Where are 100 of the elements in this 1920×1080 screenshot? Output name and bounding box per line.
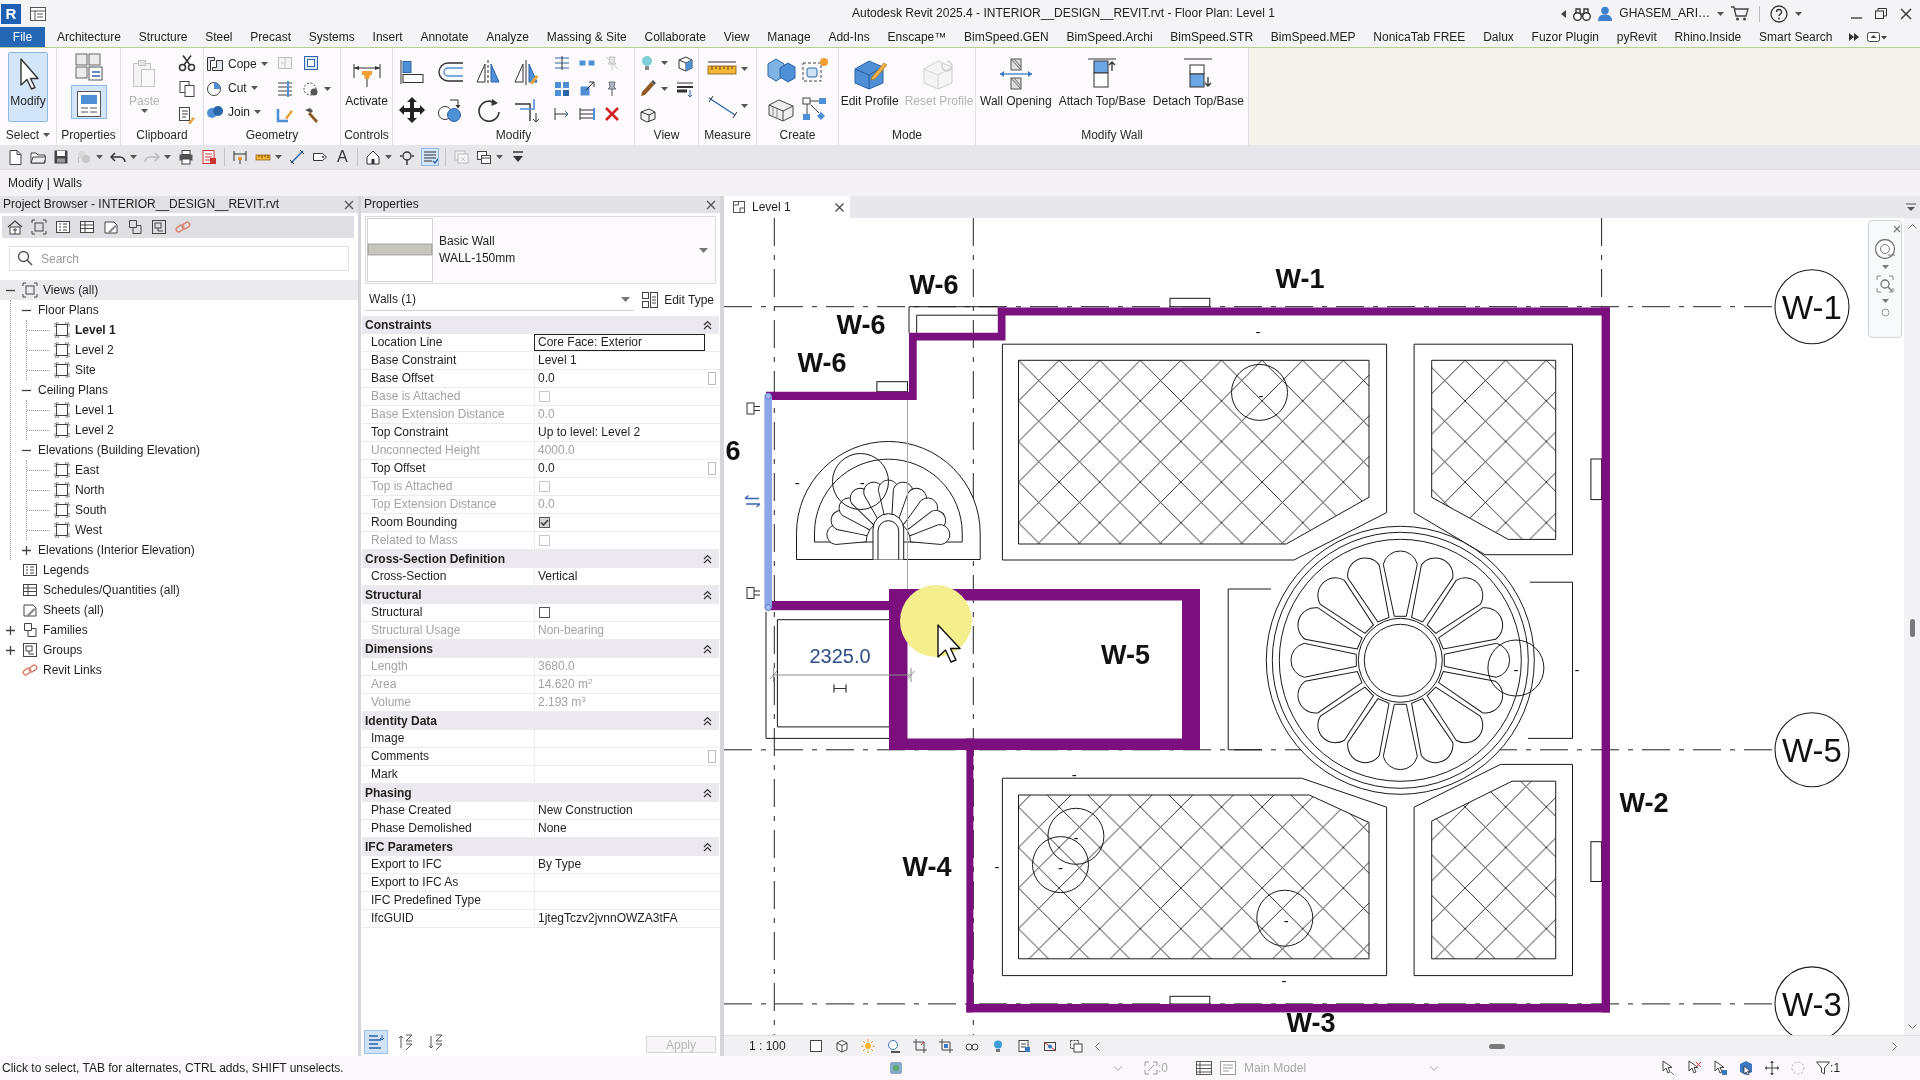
grid-bubble[interactable] — [1774, 712, 1850, 788]
grip-handle-icon[interactable] — [746, 402, 761, 415]
linked-squares-icon[interactable] — [127, 219, 143, 235]
crop-icon[interactable] — [912, 1039, 927, 1053]
caret-left-icon[interactable] — [1561, 9, 1567, 18]
join-button[interactable]: Join — [206, 100, 268, 124]
square-icon[interactable] — [808, 1039, 823, 1053]
tree-item[interactable]: Level 2 — [27, 340, 358, 360]
tree-item[interactable]: Revit Links — [0, 660, 358, 680]
caret-icon[interactable] — [1881, 265, 1889, 269]
table-icon[interactable] — [79, 219, 95, 235]
property-value[interactable]: Level 1 — [534, 352, 705, 369]
dimension-symbol-icon[interactable] — [833, 683, 847, 694]
tree-item[interactable]: Families — [0, 620, 358, 640]
checkbox[interactable] — [539, 607, 550, 618]
box-icon[interactable] — [639, 106, 657, 124]
sort-descending-icon[interactable] — [427, 1033, 445, 1051]
property-value[interactable]: By Type — [534, 856, 705, 873]
section-marker-icon[interactable] — [398, 149, 415, 165]
ribbon-tab[interactable]: NonicaTab FREE — [1364, 27, 1475, 47]
caret-icon[interactable] — [260, 62, 268, 66]
double-chevron-icon[interactable] — [1849, 33, 1860, 41]
hexagon-blocks-icon[interactable] — [765, 56, 796, 84]
thin-lines-icon[interactable] — [421, 149, 438, 165]
caret-icon[interactable] — [96, 155, 103, 159]
cut-button[interactable]: Cut — [206, 76, 268, 100]
caret-icon[interactable] — [130, 155, 137, 159]
expand-icon[interactable] — [21, 545, 31, 555]
squares-grid-icon[interactable] — [73, 52, 104, 82]
ribbon-tab[interactable]: Dalux — [1474, 27, 1523, 47]
offset-squares-icon[interactable] — [1068, 1039, 1083, 1053]
caret-icon[interactable] — [275, 155, 282, 159]
scroll-right-icon[interactable] — [1891, 1041, 1897, 1051]
wall[interactable] — [766, 307, 1006, 401]
new-file-icon[interactable] — [7, 149, 23, 165]
ribbon-tab[interactable]: Enscape™ — [878, 27, 956, 47]
detach-top-base-button[interactable]: Detach Top/Base — [1150, 52, 1246, 122]
tree-item[interactable]: Ceiling Plans — [11, 380, 358, 400]
grid-line[interactable] — [773, 218, 775, 1035]
tree-item[interactable]: Level 2 — [27, 420, 358, 440]
wall[interactable] — [889, 589, 1200, 750]
caret-icon[interactable] — [661, 61, 668, 65]
ribbon-tab[interactable]: BimSpeed.GEN — [955, 27, 1058, 47]
close-icon[interactable] — [706, 199, 716, 210]
ribbon-tab[interactable]: View — [714, 27, 759, 47]
tree-item[interactable]: Floor Plans — [11, 300, 358, 320]
grip-handle-icon[interactable] — [746, 587, 761, 599]
activate-button[interactable]: Activate — [343, 52, 390, 122]
modify-button[interactable]: Modify — [8, 52, 48, 122]
mirror-pencil-icon[interactable] — [512, 58, 540, 86]
diagonal-line-icon[interactable] — [289, 149, 305, 165]
tree-item[interactable]: Groups — [0, 640, 358, 660]
panel-toggle-icon[interactable] — [1867, 32, 1888, 42]
dashed-circle-icon[interactable] — [301, 80, 320, 98]
grouped-list-icon[interactable] — [367, 1033, 385, 1051]
ribbon-tab[interactable]: Structure — [129, 27, 197, 47]
property-value[interactable]: Vertical — [534, 568, 705, 585]
group-header[interactable]: Constraints — [362, 316, 719, 334]
search-field[interactable]: Search — [9, 246, 349, 271]
close-icon[interactable] — [344, 199, 354, 210]
nested-squares-icon[interactable] — [151, 219, 167, 235]
list-icon[interactable] — [55, 219, 71, 235]
cube-icon[interactable] — [676, 54, 694, 72]
aligned-dimension-icon[interactable] — [232, 149, 248, 165]
ribbon-tab[interactable]: Steel — [196, 27, 242, 47]
view-scale[interactable]: 1 : 100 — [749, 1038, 786, 1054]
caret-icon[interactable] — [1795, 11, 1802, 16]
ribbon-tab[interactable]: Precast — [241, 27, 300, 47]
copy-icon[interactable] — [177, 80, 196, 98]
document-square-icon[interactable] — [1016, 1039, 1031, 1053]
group-header[interactable]: IFC Parameters — [362, 838, 719, 856]
frame-corners-icon[interactable] — [31, 219, 47, 235]
scroll-left-icon[interactable] — [1094, 1041, 1100, 1051]
edit-type-button[interactable]: Edit Type — [639, 291, 716, 309]
ribbon-tab[interactable]: Add-Ins — [819, 27, 879, 47]
dashed-frame-sun-icon[interactable] — [799, 56, 830, 84]
tree-item[interactable]: Site — [27, 360, 358, 380]
checkbox[interactable] — [539, 517, 550, 528]
document-pencil-icon[interactable] — [177, 106, 196, 124]
zoom-region-icon[interactable] — [1875, 274, 1895, 294]
type-selector[interactable]: Basic Wall WALL-150mm — [365, 216, 716, 284]
scroll-up-icon[interactable] — [1907, 224, 1917, 229]
window-form-icon[interactable] — [75, 90, 102, 118]
flip-arrows-icon[interactable] — [744, 494, 761, 508]
binoculars-icon[interactable] — [1573, 6, 1592, 21]
wall-opening-button[interactable]: Wall Opening — [978, 52, 1054, 122]
frame-diagonal-icon[interactable] — [1042, 1039, 1057, 1053]
restore-icon[interactable] — [1875, 8, 1887, 19]
sort-ascending-icon[interactable] — [397, 1033, 415, 1051]
square-frame-icon[interactable] — [301, 54, 320, 72]
grid-line[interactable] — [972, 218, 974, 1035]
caret-icon[interactable] — [661, 87, 668, 91]
lines-bar-icon[interactable] — [275, 80, 294, 98]
grid-bubble[interactable] — [1774, 966, 1850, 1035]
edit-profile-button[interactable]: Edit Profile — [838, 52, 901, 122]
tree-item[interactable]: Level 1 — [27, 400, 358, 420]
window-menu-icon[interactable] — [30, 6, 46, 21]
help-icon[interactable] — [1770, 4, 1788, 23]
caret-icon[interactable] — [164, 155, 171, 159]
ribbon-tab[interactable]: Collaborate — [635, 27, 715, 47]
